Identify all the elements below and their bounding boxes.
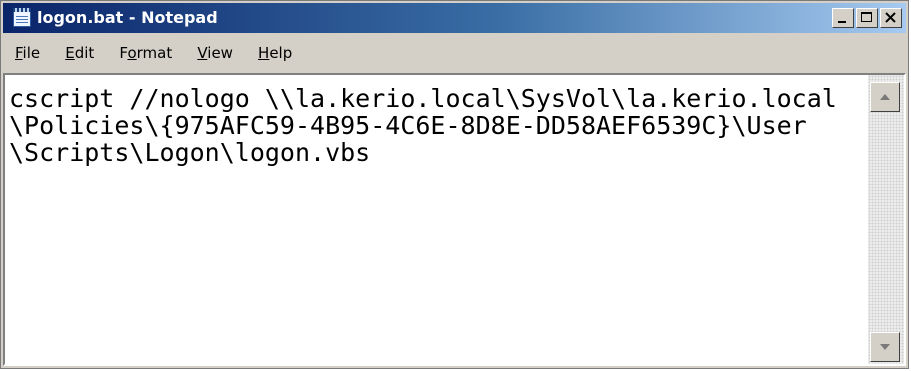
scroll-down-button[interactable] xyxy=(870,332,900,362)
menu-bar: File Edit Format View Help xyxy=(3,35,906,71)
scroll-up-arrow-icon xyxy=(880,94,890,100)
menu-help[interactable]: Help xyxy=(248,35,302,71)
editor-line: \Scripts\Logon\logon.vbs xyxy=(9,138,371,167)
editor-text[interactable]: cscript //nologo \\la.kerio.local\SysVol… xyxy=(9,85,864,360)
scroll-up-button[interactable] xyxy=(870,82,900,112)
title-bar[interactable]: logon.bat - Notepad xyxy=(3,3,906,33)
window-title: logon.bat - Notepad xyxy=(37,8,218,27)
menu-view[interactable]: View xyxy=(187,35,243,71)
notepad-window: logon.bat - Notepad File Edit Format Vie… xyxy=(0,0,909,369)
maximize-button[interactable] xyxy=(856,8,878,28)
close-button[interactable] xyxy=(880,8,902,28)
editor-line: cscript //nologo \\la.kerio.local\SysVol… xyxy=(9,85,837,113)
scroll-down-arrow-icon xyxy=(880,344,890,350)
menu-edit[interactable]: Edit xyxy=(55,35,104,71)
editor-line: \Policies\{975AFC59-4B95-4C6E-8D8E-DD58A… xyxy=(9,111,807,140)
menu-format[interactable]: Format xyxy=(109,35,182,71)
minimize-button[interactable] xyxy=(832,8,854,28)
close-icon xyxy=(885,12,896,23)
menu-file[interactable]: File xyxy=(5,35,50,71)
maximize-icon xyxy=(861,12,872,22)
text-editor[interactable]: cscript //nologo \\la.kerio.local\SysVol… xyxy=(3,73,906,366)
vertical-scrollbar[interactable] xyxy=(868,75,904,364)
minimize-icon xyxy=(838,21,846,23)
notepad-icon[interactable] xyxy=(13,8,31,27)
